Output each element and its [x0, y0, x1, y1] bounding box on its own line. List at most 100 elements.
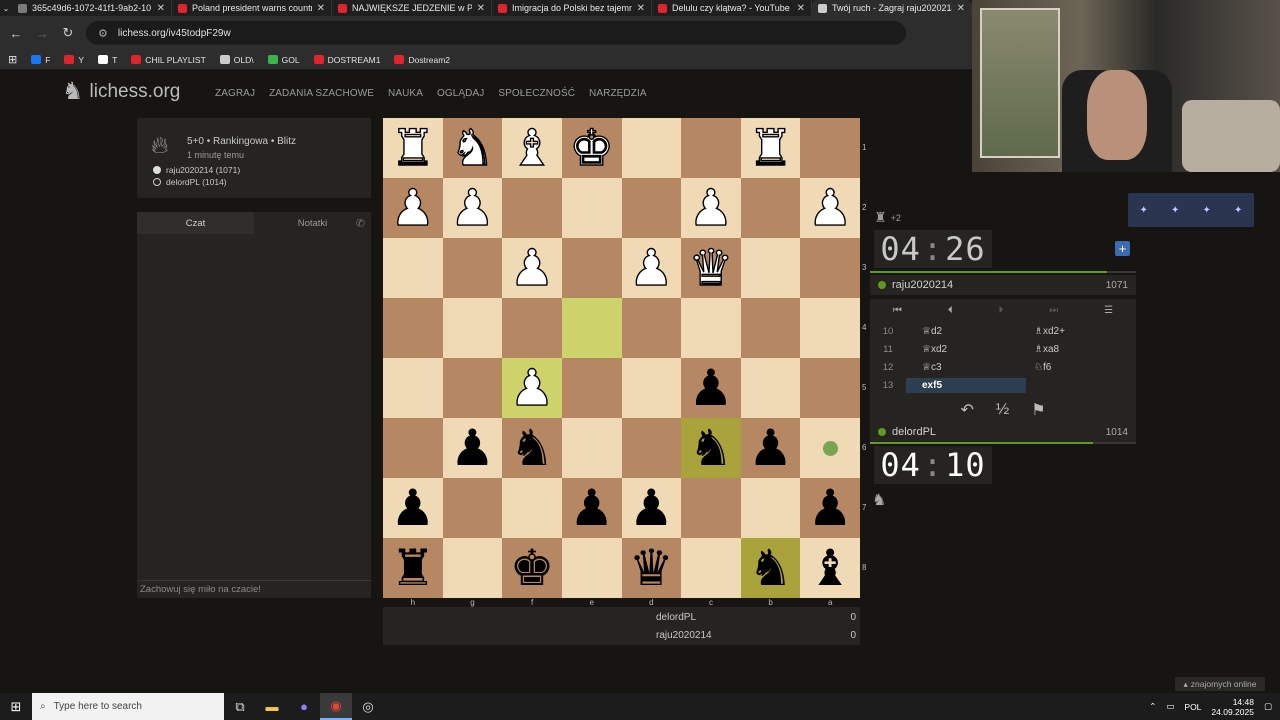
board-square[interactable]	[502, 478, 562, 538]
board-square[interactable]	[561, 238, 622, 298]
board-square[interactable]: ♟	[621, 238, 682, 298]
board-square[interactable]	[800, 238, 860, 298]
bookmark-item[interactable]: T	[98, 55, 117, 65]
black-pawn-icon[interactable]: ♟	[808, 483, 853, 533]
black-knight-icon[interactable]: ♞	[510, 423, 555, 473]
nav-item[interactable]: NARZĘDZIA	[589, 88, 647, 99]
board-square[interactable]: ♟	[561, 478, 622, 538]
friends-online-button[interactable]: ▴ znajomych online	[1175, 677, 1265, 691]
board-square[interactable]: ♟	[383, 178, 443, 238]
bookmark-item[interactable]: DOSTREAM1	[313, 55, 380, 65]
bookmark-item[interactable]: CHIL PLAYLIST	[131, 55, 206, 65]
close-tab-icon[interactable]: ✕	[957, 3, 965, 14]
black-queen-icon[interactable]: ♛	[629, 543, 674, 593]
white-rook-icon[interactable]: ♜	[390, 122, 436, 173]
black-pawn-icon[interactable]: ♟	[450, 423, 495, 473]
board-square[interactable]	[621, 298, 682, 358]
board-square[interactable]	[383, 238, 443, 298]
next-move-icon[interactable]: ⏵	[998, 305, 1003, 316]
notifications-icon[interactable]: ▢	[1264, 701, 1272, 712]
board-square[interactable]: ♜	[383, 118, 443, 178]
board-square[interactable]: ♚	[561, 118, 622, 178]
board-square[interactable]	[442, 358, 503, 418]
reload-icon[interactable]: ↻	[60, 25, 76, 41]
black-knight-icon[interactable]: ♞	[748, 543, 793, 593]
close-tab-icon[interactable]: ✕	[637, 3, 645, 14]
board-square[interactable]: ♟	[800, 478, 860, 538]
board-square[interactable]: ♟	[681, 178, 741, 238]
obs-icon[interactable]: ◎	[352, 693, 384, 720]
board-square[interactable]: ♟	[502, 358, 562, 418]
tab-chat[interactable]: Czat	[137, 212, 254, 234]
site-logo[interactable]: ♞ lichess.org	[62, 80, 180, 104]
bottom-player-row[interactable]: delordPL 1014	[870, 422, 1136, 442]
file-explorer-icon[interactable]: ▬	[256, 693, 288, 720]
board-square[interactable]	[561, 538, 622, 598]
tray-chevron-icon[interactable]: ⌃	[1149, 701, 1156, 712]
board-square[interactable]	[740, 178, 801, 238]
white-move[interactable]: exf5	[906, 378, 1026, 393]
bookmark-item[interactable]: F	[31, 55, 50, 65]
white-knight-icon[interactable]: ♞	[449, 122, 495, 173]
board-square[interactable]	[383, 298, 443, 358]
white-bishop-icon[interactable]: ♝	[509, 122, 555, 173]
white-pawn-icon[interactable]: ♟	[628, 242, 674, 293]
board-square[interactable]	[740, 358, 801, 418]
board-square[interactable]	[502, 178, 562, 238]
first-move-icon[interactable]: ⏮	[893, 305, 902, 316]
board-square[interactable]: ♞	[740, 538, 801, 598]
black-move[interactable]: ♘f6	[1026, 362, 1136, 373]
black-pawn-icon[interactable]: ♟	[629, 483, 674, 533]
board-square[interactable]	[800, 418, 860, 478]
add-time-button[interactable]: +	[1115, 241, 1130, 256]
white-pawn-icon[interactable]: ♟	[509, 362, 555, 413]
taskbar-search[interactable]: ⌕ Type here to search	[32, 693, 224, 720]
nav-item[interactable]: ZADANIA SZACHOWE	[269, 88, 374, 99]
back-icon[interactable]: ←	[8, 26, 24, 41]
board-square[interactable]	[442, 298, 503, 358]
black-pawn-icon[interactable]: ♟	[689, 363, 734, 413]
board-square[interactable]	[621, 358, 682, 418]
board-square[interactable]: ♟	[502, 238, 562, 298]
white-pawn-icon[interactable]: ♟	[509, 242, 555, 293]
board-square[interactable]: ♞	[502, 418, 562, 478]
bookmark-item[interactable]: Dostream2	[394, 55, 450, 65]
black-player-entry[interactable]: delordPL (1014)	[153, 177, 227, 187]
white-move[interactable]: ♕d2	[906, 324, 1026, 339]
board-square[interactable]	[740, 238, 801, 298]
black-move[interactable]: ♗xa8	[1026, 344, 1136, 355]
board-square[interactable]: ♞	[681, 418, 741, 478]
browser-tab[interactable]: Poland president warns country ✕	[172, 0, 332, 16]
close-tab-icon[interactable]: ✕	[797, 3, 805, 14]
board-square[interactable]	[561, 178, 622, 238]
board-square[interactable]: ♚	[502, 538, 562, 598]
prev-move-icon[interactable]: ⏴	[948, 305, 953, 316]
white-move[interactable]: ♕c3	[906, 360, 1026, 375]
black-move[interactable]: ♗xd2+	[1026, 326, 1136, 337]
black-pawn-icon[interactable]: ♟	[569, 483, 614, 533]
takeback-icon[interactable]: ↶	[960, 400, 973, 420]
board-square[interactable]	[383, 358, 443, 418]
top-player-row[interactable]: raju2020214 1071	[870, 275, 1136, 295]
app-icon[interactable]: ●	[288, 693, 320, 720]
voice-chat-icon[interactable]: ✆	[356, 217, 365, 230]
board-square[interactable]: ♝	[502, 118, 562, 178]
language-indicator[interactable]: POL	[1184, 702, 1201, 712]
board-square[interactable]: ♞	[442, 118, 503, 178]
bookmark-item[interactable]: GOL	[267, 55, 300, 65]
board-square[interactable]	[681, 478, 741, 538]
board-square[interactable]	[442, 478, 503, 538]
board-square[interactable]: ♟	[681, 358, 741, 418]
black-knight-icon[interactable]: ♞	[689, 423, 734, 473]
nav-item[interactable]: SPOŁECZNOŚĆ	[498, 88, 575, 99]
network-icon[interactable]: ▭	[1166, 701, 1174, 712]
nav-item[interactable]: NAUKA	[388, 88, 423, 99]
apps-icon[interactable]: ⊞	[8, 53, 17, 66]
board-square[interactable]: ♜	[740, 118, 801, 178]
board-square[interactable]	[740, 478, 801, 538]
close-tab-icon[interactable]: ✕	[477, 3, 485, 14]
board-square[interactable]: ♜	[383, 538, 443, 598]
browser-tab[interactable]: 365c49d6-1072-41f1-9ab2-10 ✕	[12, 0, 172, 16]
tab-notes[interactable]: Notatki	[254, 212, 371, 234]
chat-input[interactable]: Zachowuj się miło na czacie!	[137, 580, 371, 598]
